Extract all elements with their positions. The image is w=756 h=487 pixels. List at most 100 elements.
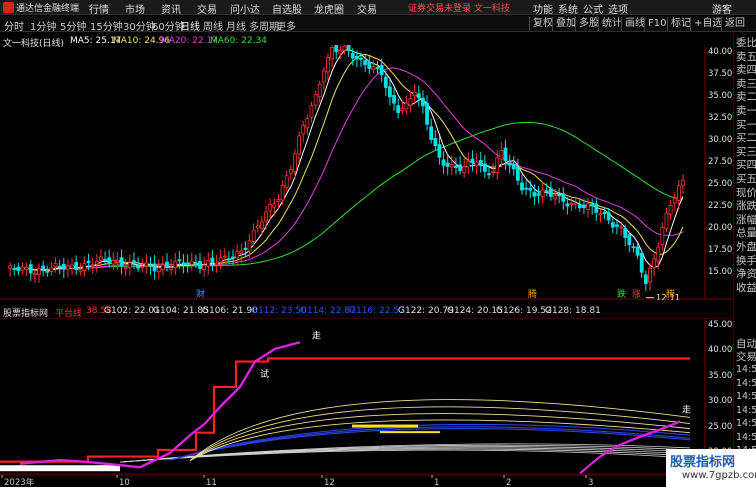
candle bbox=[594, 198, 599, 221]
candle bbox=[119, 249, 124, 275]
indicator-g-value: G112: 23.50 bbox=[251, 306, 307, 316]
candle bbox=[619, 223, 623, 236]
tab-period-weekly[interactable]: 周线 bbox=[203, 18, 223, 33]
candle bbox=[57, 259, 62, 275]
title-bar: 通达信金融终端 行情 市场 资讯 交易 问小达 自选股 龙虎圈 交易 证券交易未… bbox=[0, 0, 756, 16]
menu-function[interactable]: 功能 bbox=[533, 1, 553, 16]
menu-options[interactable]: 选项 bbox=[608, 1, 628, 16]
candle bbox=[375, 60, 380, 74]
date-tick: 3 bbox=[588, 478, 593, 487]
menu-market[interactable]: 市场 bbox=[125, 1, 145, 16]
candle bbox=[111, 252, 116, 270]
guest-label[interactable]: 游客 bbox=[712, 1, 732, 16]
candle bbox=[511, 156, 516, 176]
event-marker[interactable]: 涨 bbox=[632, 289, 641, 300]
event-marker[interactable]: 腾 bbox=[666, 288, 675, 300]
candle bbox=[49, 262, 54, 276]
tab-period-intraday[interactable]: 分时 bbox=[4, 18, 24, 33]
event-marker[interactable]: 腾 bbox=[528, 288, 537, 300]
indicator-g-value: G102: 22.01 bbox=[104, 306, 160, 316]
tab-period-multi[interactable]: 多周期 bbox=[249, 18, 279, 33]
back-button[interactable]: 返回 bbox=[721, 17, 748, 31]
menu-ask[interactable]: 问小达 bbox=[230, 1, 260, 16]
candle bbox=[586, 198, 590, 218]
price-tick: 40.00 bbox=[708, 47, 733, 57]
app-logo-icon bbox=[3, 2, 14, 13]
signal-marker: 走 bbox=[682, 404, 691, 415]
price-axis: 40.00 37.50 35.00 32.50 30.00 27.50 25.00 22.50… bbox=[705, 45, 733, 300]
candle bbox=[255, 219, 260, 233]
app-title: 通达信金融终端 bbox=[16, 4, 80, 14]
indicator-tick: 45.00 bbox=[708, 320, 733, 330]
candle bbox=[28, 259, 33, 282]
tab-period-30min[interactable]: 30分钟 bbox=[123, 18, 156, 33]
candle bbox=[189, 252, 194, 271]
candle bbox=[280, 180, 285, 205]
watermark-title: 股票指标网 bbox=[670, 455, 736, 470]
tab-period-daily[interactable]: 日线 bbox=[180, 18, 200, 33]
candle bbox=[321, 67, 326, 90]
candle bbox=[557, 187, 562, 204]
candle bbox=[396, 98, 401, 119]
candle bbox=[198, 253, 202, 274]
candle bbox=[540, 182, 545, 204]
price-tick: 37.50 bbox=[708, 69, 733, 79]
candle bbox=[639, 249, 644, 279]
event-marker[interactable]: 财 bbox=[196, 288, 205, 300]
indicator-chart[interactable]: 走试走 bbox=[0, 318, 733, 475]
candle bbox=[656, 242, 661, 269]
candle bbox=[573, 196, 578, 209]
date-tick: 2 bbox=[506, 478, 511, 487]
candle bbox=[284, 170, 289, 192]
price-trace bbox=[19, 341, 301, 469]
tab-period-15min[interactable]: 15分钟 bbox=[90, 18, 123, 33]
tab-period-monthly[interactable]: 月线 bbox=[226, 18, 246, 33]
indicator-g-value: G128: 18.81 bbox=[545, 306, 601, 316]
candle bbox=[82, 256, 87, 277]
indicator-tick: 25.00 bbox=[708, 421, 733, 432]
candle bbox=[202, 256, 207, 277]
candle bbox=[24, 262, 29, 276]
signal-marker: 走 bbox=[312, 331, 321, 342]
candle bbox=[185, 254, 190, 273]
candle bbox=[214, 255, 219, 273]
candle bbox=[412, 84, 417, 105]
candle bbox=[561, 187, 566, 211]
candle bbox=[598, 208, 603, 223]
candle bbox=[103, 251, 107, 266]
candle bbox=[173, 252, 178, 275]
candle bbox=[107, 249, 112, 268]
indicator-g-value: G106: 21.90 bbox=[202, 306, 258, 316]
price-tick: 27.50 bbox=[708, 157, 733, 167]
menu-quotes[interactable]: 行情 bbox=[89, 1, 109, 16]
candle bbox=[115, 252, 120, 271]
promo-text[interactable]: 证券交易未登录 文一科技 bbox=[408, 1, 510, 14]
menu-formula[interactable]: 公式 bbox=[583, 1, 603, 16]
candle bbox=[165, 253, 169, 272]
candle bbox=[577, 198, 582, 212]
candle bbox=[288, 164, 293, 180]
menu-watchlist[interactable]: 自选股 bbox=[272, 1, 302, 16]
menu-trade2[interactable]: 交易 bbox=[357, 1, 377, 16]
candlestick-chart[interactable]: 42.3412.11财腾跌涨腾 bbox=[0, 45, 733, 300]
tab-period-1min[interactable]: 1分钟 bbox=[30, 18, 56, 33]
base-band bbox=[0, 465, 120, 472]
candle bbox=[549, 181, 553, 201]
menu-trade[interactable]: 交易 bbox=[197, 1, 217, 16]
signal-marker: 试 bbox=[260, 368, 269, 380]
candle bbox=[342, 45, 347, 55]
event-marker[interactable]: 跌 bbox=[617, 289, 626, 300]
candle bbox=[37, 263, 41, 283]
indicator-g-value: G116: 22.57 bbox=[349, 306, 405, 316]
candle bbox=[672, 192, 677, 211]
quote-field-label: 收益 bbox=[736, 281, 756, 294]
menu-dragon[interactable]: 龙虎圈 bbox=[314, 1, 344, 16]
tab-period-more[interactable]: 更多 bbox=[276, 18, 296, 33]
menu-system[interactable]: 系统 bbox=[558, 1, 578, 16]
tab-period-5min[interactable]: 5分钟 bbox=[60, 18, 86, 33]
menu-news[interactable]: 资讯 bbox=[161, 1, 181, 16]
f10-button[interactable]: F10 bbox=[644, 17, 669, 31]
candle bbox=[474, 153, 479, 175]
indicator-tick: 40.00 bbox=[708, 345, 733, 356]
candle bbox=[648, 263, 652, 291]
